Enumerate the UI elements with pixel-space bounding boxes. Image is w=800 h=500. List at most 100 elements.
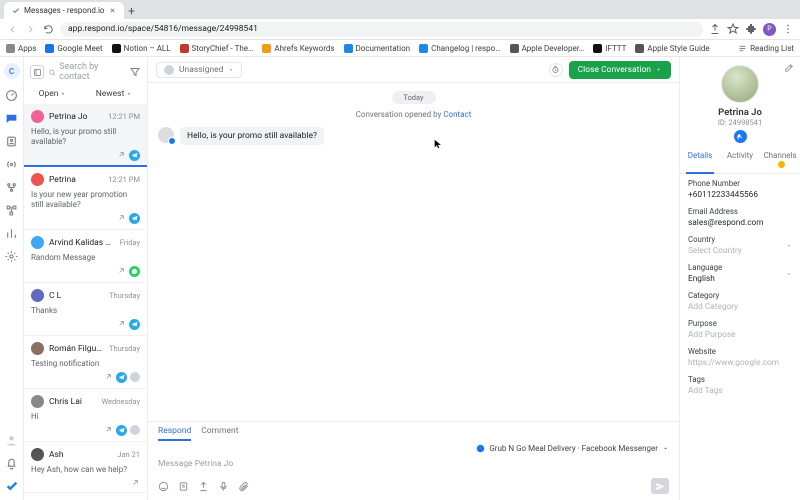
tags-input[interactable]: Add Tags	[688, 386, 792, 396]
url-bar[interactable]: app.respond.io/space/54816/message/24998…	[60, 22, 703, 37]
profile-avatar[interactable]: P	[763, 23, 776, 36]
field-label: Category	[688, 291, 792, 300]
close-conversation-button[interactable]: Close Conversation	[569, 61, 671, 79]
kebab-icon[interactable]	[782, 23, 794, 35]
bookmark-item[interactable]: IFTTT	[593, 44, 626, 53]
send-button[interactable]	[651, 478, 669, 494]
system-event: Conversation opened by Contact	[158, 110, 669, 119]
back-button[interactable]	[6, 23, 18, 35]
message-avatar	[158, 127, 174, 143]
bookmark-item[interactable]: StoryChief - The…	[180, 44, 254, 53]
bookmark-apps[interactable]: Apps	[6, 44, 36, 53]
reading-list[interactable]: Reading List	[738, 44, 794, 53]
conversation-item[interactable]: Román FilgueiraThursdayTesting notificat…	[24, 336, 147, 389]
composer-input[interactable]: Message Petrina Jo	[158, 459, 669, 469]
conversation-time: Jan 21	[117, 450, 140, 459]
conversation-snippet: Random Message	[31, 253, 140, 263]
whatsapp-icon	[129, 266, 140, 277]
tab-details[interactable]: Details	[680, 147, 720, 173]
contacts-icon[interactable]	[5, 135, 18, 148]
conversation-item[interactable]: Arvind Kalidas NairFridayRandom Message	[24, 230, 147, 283]
conversation-item[interactable]: AshJan 21Hey Ash, how can we help?	[24, 442, 147, 493]
conversation-item[interactable]: Petrina Jo12:21 PMHello, is your promo s…	[24, 104, 147, 167]
star-icon[interactable]	[727, 23, 739, 35]
phone-value[interactable]: +60112233445566	[688, 190, 792, 200]
tab-channels[interactable]: Channels	[760, 147, 800, 173]
bookmark-item[interactable]: Apple Style Guide	[635, 44, 709, 53]
automation-icon[interactable]	[5, 181, 18, 194]
conversation-item[interactable]: C LThursdayThanks	[24, 283, 147, 336]
conversation-name: Román Filgueira	[49, 344, 104, 354]
settings-icon[interactable]	[5, 250, 18, 263]
conversation-snippet: Thanks	[31, 306, 140, 316]
outbound-icon	[117, 266, 126, 275]
bookmark-item[interactable]: Documentation	[344, 44, 411, 53]
emoji-icon[interactable]	[158, 481, 169, 492]
sort-filter[interactable]: Newest	[96, 89, 133, 99]
assignee-picker[interactable]: Unassigned	[156, 62, 242, 78]
tab-activity[interactable]: Activity	[720, 147, 760, 173]
bookmark-item[interactable]: Apple Developer…	[510, 44, 585, 53]
channel-selector[interactable]: Grub N Go Meal Delivery · Facebook Messe…	[489, 444, 658, 453]
status-filter[interactable]: Open	[39, 89, 67, 99]
reload-button[interactable]	[42, 23, 54, 35]
chevron-down-icon	[786, 271, 792, 277]
browser-tab[interactable]: Messages - respond.io	[4, 2, 124, 19]
category-input[interactable]: Add Category	[688, 302, 792, 312]
broadcast-icon[interactable]	[5, 158, 18, 171]
tab-title: Messages - respond.io	[24, 6, 105, 15]
messages-icon[interactable]	[5, 112, 18, 125]
notifications-icon[interactable]	[5, 457, 18, 470]
tab-respond[interactable]: Respond	[158, 426, 191, 441]
mic-icon[interactable]	[218, 481, 229, 492]
country-select[interactable]: Select Country	[688, 246, 742, 256]
conversation-time: 12:21 PM	[108, 175, 140, 184]
field-label: Phone Number	[688, 179, 792, 188]
brand-icon	[5, 480, 19, 494]
website-value[interactable]: https://www.google.com	[688, 358, 792, 368]
bookmark-item[interactable]: Changelog | respo…	[419, 44, 500, 53]
cursor-icon	[433, 138, 443, 150]
bookmark-item[interactable]: Ahrefs Keywords	[262, 44, 334, 53]
conversation-item[interactable]: Petrina12:21 PMIs your new year promotio…	[24, 167, 147, 230]
bookmark-item[interactable]: Google Meet	[45, 44, 102, 53]
new-tab-button[interactable]: +	[124, 4, 140, 19]
browser-address-bar: app.respond.io/space/54816/message/24998…	[0, 19, 800, 40]
upload-icon[interactable]	[198, 481, 209, 492]
telegram-icon	[116, 372, 127, 383]
outbound-icon	[104, 425, 113, 434]
assignee-label: Unassigned	[179, 65, 223, 75]
tab-comment[interactable]: Comment	[201, 426, 238, 441]
close-icon[interactable]	[109, 7, 116, 14]
dashboard-icon[interactable]	[5, 89, 18, 102]
filter-icon[interactable]	[129, 66, 141, 78]
field-label: Website	[688, 347, 792, 356]
extensions-icon[interactable]	[745, 23, 757, 35]
snooze-button[interactable]	[549, 63, 563, 77]
telegram-icon	[129, 319, 140, 330]
workspace-switcher[interactable]: C	[4, 63, 20, 79]
date-separator: Today	[392, 91, 436, 104]
language-select[interactable]: English	[688, 274, 722, 284]
inbox-picker[interactable]	[30, 65, 44, 79]
chevron-down-icon	[786, 243, 792, 249]
share-icon[interactable]	[709, 23, 721, 35]
contact-link[interactable]: Contact	[443, 110, 471, 119]
bookmarks-bar: Apps Google Meet Notion – ALL StoryChief…	[0, 40, 800, 57]
edit-icon[interactable]	[784, 63, 794, 73]
purpose-input[interactable]: Add Purpose	[688, 330, 792, 340]
snippet-icon[interactable]	[178, 481, 189, 492]
field-label: Language	[688, 263, 722, 272]
attachment-icon[interactable]	[238, 481, 249, 492]
conversation-name: Petrina	[49, 175, 103, 185]
workflow-icon[interactable]	[5, 204, 18, 217]
bookmark-item[interactable]: Notion – ALL	[112, 44, 171, 53]
email-value[interactable]: sales@respond.com	[688, 218, 792, 228]
contact-avatar	[31, 110, 44, 123]
search-input[interactable]: Search by contact	[48, 62, 125, 82]
user-avatar-rail[interactable]	[5, 434, 18, 447]
reports-icon[interactable]	[5, 227, 18, 240]
conversation-item[interactable]: Chris LaiWednesdayHi	[24, 389, 147, 442]
conversation-name: C L	[49, 291, 104, 301]
forward-button[interactable]	[24, 23, 36, 35]
